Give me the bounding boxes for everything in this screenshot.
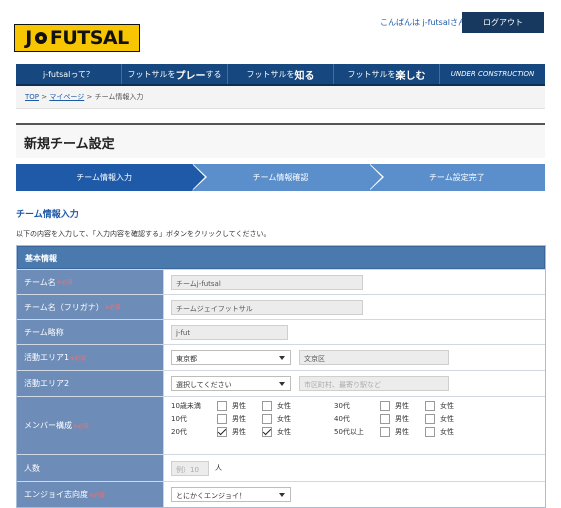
area2-label: 活動エリア2 <box>17 371 164 396</box>
greeting-text: こんばんは j-futsalさん <box>380 18 466 27</box>
instruction-text: 以下の内容を入力して、「入力内容を確認する」ボタンをクリックしてください。 <box>16 230 271 238</box>
chevron-down-icon <box>279 382 285 386</box>
area2-city-input[interactable]: 市区町村、最寄り駅など <box>299 376 449 391</box>
site-logo[interactable]: J FUTSAL <box>14 24 140 52</box>
required-mark: ※必須 <box>70 355 86 362</box>
required-mark: ※必須 <box>89 492 105 499</box>
row-count: 人数 例）10 人 <box>17 454 545 481</box>
area1-prefecture-select[interactable]: 東京都 <box>171 350 291 365</box>
logo-text: J FUTSAL <box>25 27 129 49</box>
area1-city-input[interactable]: 文京区 <box>299 350 449 365</box>
orientation-label: エンジョイ志向度 ※必須 <box>17 482 164 507</box>
page-title: 新規チーム設定 <box>16 123 545 158</box>
members-label: メンバー構成 ※必須 <box>17 397 164 454</box>
nav-item-know[interactable]: フットサルを 知る <box>228 64 334 84</box>
member-10s-male-checkbox[interactable] <box>217 414 227 424</box>
area2-prefecture-select[interactable]: 選択してください <box>171 376 291 391</box>
count-unit: 人 <box>215 464 222 472</box>
step-input: チーム情報入力 <box>16 164 208 191</box>
football-icon <box>32 30 49 46</box>
required-mark: ※必須 <box>56 280 73 286</box>
member-40s-female-checkbox[interactable] <box>425 414 435 424</box>
member-20s-male-checkbox[interactable] <box>217 427 227 437</box>
area1-label: 活動エリア1 ※必須 <box>17 345 164 370</box>
breadcrumb: TOP > マイページ > チーム情報入力 <box>16 86 545 109</box>
row-team-name: チーム名 ※必須 チームj-futsal <box>17 269 545 294</box>
row-team-kana: チーム名（フリガナ） ※必須 チームジェイフットサル <box>17 294 545 319</box>
member-under10-male-checkbox[interactable] <box>217 401 227 411</box>
breadcrumb-current: チーム情報入力 <box>94 93 144 101</box>
member-50plus-female-checkbox[interactable] <box>425 427 435 437</box>
nav-item-about[interactable]: j-futsal って？ <box>16 64 122 84</box>
row-area2: 活動エリア2 選択してください 市区町村、最寄り駅など <box>17 370 545 396</box>
form-section-header: 基本情報 <box>17 246 545 269</box>
step-complete: チーム設定完了 <box>368 164 545 191</box>
team-kana-input[interactable]: チームジェイフットサル <box>171 299 363 315</box>
orientation-select[interactable]: とにかくエンジョイ！ <box>171 487 291 502</box>
member-20s-female-checkbox[interactable] <box>262 427 272 437</box>
step-confirm: チーム情報確認 <box>192 164 384 191</box>
member-50plus-male-checkbox[interactable] <box>380 427 390 437</box>
member-30s-female-checkbox[interactable] <box>425 401 435 411</box>
breadcrumb-mypage[interactable]: マイページ <box>49 93 84 101</box>
team-kana-label: チーム名（フリガナ） ※必須 <box>17 295 164 319</box>
count-input[interactable]: 例）10 <box>171 460 209 476</box>
team-form: 基本情報 チーム名 ※必須 チームj-futsal チーム名（フリガナ） ※必須 チ… <box>16 245 546 508</box>
nav-item-play[interactable]: フットサルを プレー する <box>122 64 228 84</box>
row-members: メンバー構成 ※必須 10歳未満 男性 女性 30代 男性 女性 10代 男性 女… <box>17 396 545 454</box>
top-header: J FUTSAL こんばんは j-futsalさん ログアウト <box>0 0 561 60</box>
main-nav: j-futsal って？ フットサルを プレー する フットサルを 知る フットサルを楽… <box>16 64 545 86</box>
row-team-short: チーム略称 j-fut <box>17 319 545 344</box>
team-short-input[interactable]: j-fut <box>171 324 288 340</box>
row-orientation: エンジョイ志向度 ※必須 とにかくエンジョイ！ <box>17 481 545 507</box>
progress-steps: チーム情報入力 チーム情報確認 チーム設定完了 <box>16 164 545 191</box>
nav-item-under-construction[interactable]: UNDER CONSTRUCTION <box>440 64 545 84</box>
member-grid: 10歳未満 男性 女性 30代 男性 女性 10代 男性 女性 40代 男性 女… <box>171 401 454 437</box>
breadcrumb-top[interactable]: TOP <box>25 93 39 101</box>
member-10s-female-checkbox[interactable] <box>262 414 272 424</box>
member-40s-male-checkbox[interactable] <box>380 414 390 424</box>
team-short-label: チーム略称 <box>17 320 164 344</box>
team-name-label: チーム名 ※必須 <box>17 270 164 294</box>
row-area1: 活動エリア1 ※必須 東京都 文京区 <box>17 344 545 370</box>
required-mark: ※必須 <box>73 423 89 430</box>
team-name-input[interactable]: チームj-futsal <box>171 274 363 290</box>
member-under10-female-checkbox[interactable] <box>262 401 272 411</box>
chevron-down-icon <box>279 356 285 360</box>
required-mark: ※必須 <box>104 305 121 311</box>
logout-button[interactable]: ログアウト <box>462 12 544 33</box>
member-30s-male-checkbox[interactable] <box>380 401 390 411</box>
section-title: チーム情報入力 <box>16 210 79 220</box>
nav-item-enjoy[interactable]: フットサルを 楽しむ <box>334 64 440 84</box>
count-label: 人数 <box>17 455 164 481</box>
